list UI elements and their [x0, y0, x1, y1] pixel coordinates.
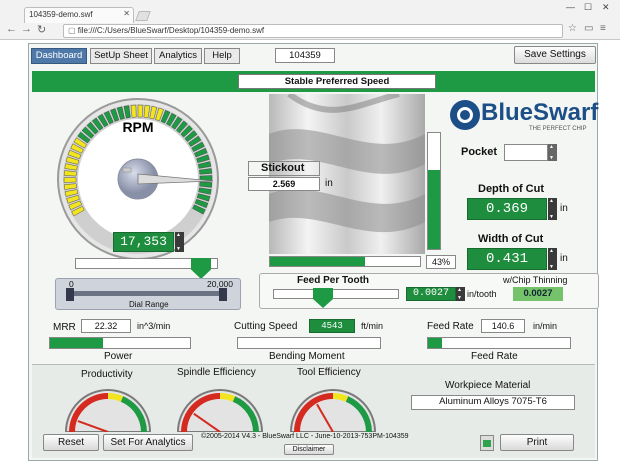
print-icon [480, 435, 494, 451]
forward-icon[interactable]: → [21, 23, 32, 35]
tool-efficiency-label: Tool Efficiency [297, 367, 361, 378]
depth-of-cut-field[interactable]: 0.369 [467, 198, 547, 220]
gauge-yellow-zone [107, 393, 124, 402]
cutting-speed-label: Cutting Speed [234, 321, 298, 332]
save-settings-button[interactable]: Save Settings [514, 46, 596, 64]
tab-analytics[interactable]: Analytics [154, 48, 202, 64]
disclaimer-button[interactable]: Disclaimer [284, 444, 334, 455]
feed-rate-field: 140.6 [481, 319, 525, 333]
stickout-unit: in [325, 178, 333, 189]
browser-tab-title: 104359-demo.swf [29, 10, 93, 19]
rpm-value-field[interactable]: 17,353 [113, 232, 174, 252]
bending-moment-bar [237, 337, 381, 349]
back-icon[interactable]: ← [6, 23, 17, 35]
rpm-title: RPM [122, 119, 153, 135]
chip-thinning-label: w/Chip Thinning [503, 275, 568, 285]
rpm-scale-segment [63, 177, 77, 183]
spindle-efficiency-label: Spindle Efficiency [177, 367, 256, 378]
feed-per-tooth-slider-track[interactable] [273, 289, 399, 299]
feed-rate-label: Feed Rate [427, 321, 474, 332]
new-tab-button[interactable] [135, 11, 151, 21]
minimize-icon[interactable]: — [566, 2, 575, 12]
power-bar [49, 337, 191, 349]
mrr-unit: in^3/min [137, 321, 171, 331]
feed-per-tooth-label: Feed Per Tooth [297, 275, 370, 286]
blueswarf-tagline: THE PERFECT CHIP [529, 126, 587, 132]
depth-of-cut-unit: in [560, 203, 568, 214]
chip-thinning-value: 0.0027 [513, 287, 563, 301]
spindle-efficiency-gauge [176, 389, 264, 432]
blueswarf-logo-icon [450, 100, 480, 130]
engagement-percent: 43% [426, 255, 456, 269]
dial-range-track[interactable] [69, 291, 226, 296]
rpm-slider-handle[interactable] [191, 258, 211, 279]
close-window-icon[interactable]: ✕ [602, 2, 610, 13]
tool-efficiency-gauge [289, 389, 377, 432]
copyright-text: ©2005-2014 V4.3 - BlueSwarf LLC - June-1… [201, 433, 409, 440]
address-bar[interactable]: ▢ file:///C:/Users/BlueSwarf/Desktop/104… [63, 24, 563, 38]
width-of-cut-spinner[interactable] [548, 248, 557, 270]
gauge-yellow-zone [219, 393, 236, 402]
browser-tab[interactable]: 104359-demo.swf ✕ [24, 7, 134, 23]
dial-range-label: Dial Range [129, 300, 169, 309]
horizontal-engagement-bar [269, 256, 421, 267]
feed-rate-bar [427, 337, 571, 349]
mrr-label: MRR [53, 322, 76, 333]
rpm-spinner[interactable] [175, 232, 184, 252]
tab-dashboard[interactable]: Dashboard [31, 48, 87, 64]
productivity-label: Productivity [81, 369, 133, 380]
print-button[interactable]: Print [500, 434, 574, 451]
feed-per-tooth-spinner[interactable] [456, 287, 465, 301]
extension-icon[interactable]: ▭ [584, 23, 593, 34]
feed-per-tooth-unit: in/tooth [467, 289, 497, 299]
stickout-field[interactable]: 2.569 [248, 177, 320, 191]
feed-per-tooth-field[interactable]: 0.0027 [406, 287, 456, 301]
width-of-cut-unit: in [560, 253, 568, 264]
browser-chrome: 104359-demo.swf ✕ — ☐ ✕ ← → ↻ ▢ file:///… [0, 0, 620, 40]
rpm-scale-segment [137, 104, 144, 118]
reset-button[interactable]: Reset [43, 434, 99, 451]
power-label: Power [104, 351, 133, 362]
dial-range-max-handle[interactable] [219, 288, 227, 301]
depth-of-cut-spinner[interactable] [548, 198, 557, 220]
pocket-label: Pocket [461, 146, 498, 158]
vertical-engagement-bar [427, 132, 441, 250]
stickout-label-box [248, 161, 320, 176]
productivity-gauge [64, 389, 152, 432]
preferred-speed-label: Stable Preferred Speed [238, 74, 436, 89]
bending-moment-label: Bending Moment [269, 351, 345, 362]
maximize-icon[interactable]: ☐ [584, 2, 592, 13]
workpiece-material-label: Workpiece Material [445, 380, 531, 391]
menu-icon[interactable]: ≡ [600, 23, 606, 34]
cutting-speed-unit: ft/min [361, 321, 384, 331]
pocket-dropdown[interactable] [504, 144, 548, 161]
width-of-cut-label: Width of Cut [478, 233, 544, 245]
workpiece-material-field[interactable]: Aluminum Alloys 7075-T6 [411, 395, 575, 410]
app-window: Dashboard SetUp Sheet Analytics Help 104… [28, 43, 599, 461]
feed-rate-unit: in/min [533, 321, 558, 331]
width-of-cut-field[interactable]: 0.431 [467, 248, 547, 270]
set-for-analytics-button[interactable]: Set For Analytics [103, 434, 193, 451]
tab-setup-sheet[interactable]: SetUp Sheet [90, 48, 152, 64]
pocket-dropdown-arrow[interactable] [548, 144, 557, 161]
address-text: file:///C:/Users/BlueSwarf/Desktop/10435… [77, 26, 265, 35]
gauge-yellow-zone [332, 393, 349, 402]
reload-icon[interactable]: ↻ [37, 23, 46, 36]
cutting-speed-field: 4543 [309, 319, 355, 333]
job-number-field[interactable]: 104359 [275, 48, 335, 63]
bookmark-star-icon[interactable]: ☆ [568, 23, 577, 34]
mrr-field: 22.32 [81, 319, 131, 333]
feed-rate-bar-label: Feed Rate [471, 351, 518, 362]
close-tab-icon[interactable]: ✕ [123, 9, 130, 18]
depth-of-cut-label: Depth of Cut [478, 183, 544, 195]
rpm-scale-segment [130, 104, 137, 118]
blueswarf-logo-text: BlueSwarf [481, 99, 599, 126]
tab-help[interactable]: Help [204, 48, 240, 64]
page-file-icon: ▢ [68, 26, 78, 35]
dial-range-min-handle[interactable] [66, 288, 74, 301]
